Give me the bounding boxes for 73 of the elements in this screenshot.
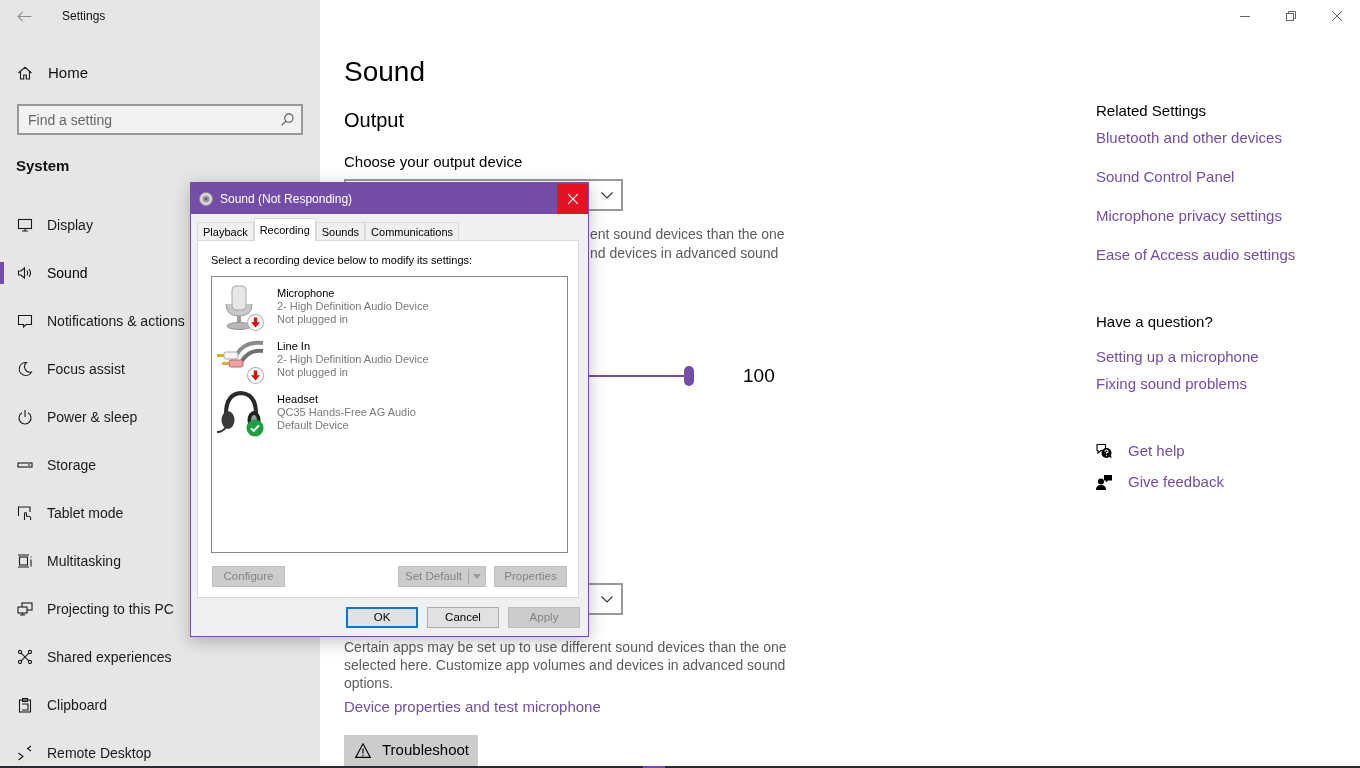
home-icon (17, 65, 33, 81)
search-icon (281, 113, 294, 126)
related-link[interactable]: Microphone privacy settings (1096, 206, 1282, 226)
related-link[interactable]: Bluetooth and other devices (1096, 128, 1282, 148)
nav-item[interactable]: Projecting to this PC (0, 596, 320, 622)
two-screens-icon (17, 601, 33, 617)
page-title: Sound (344, 55, 425, 89)
moon-icon (17, 361, 33, 377)
dialog-tab[interactable]: Recording (253, 218, 316, 241)
field-label: Choose your output device (344, 152, 523, 172)
section-heading: Related Settings (1096, 101, 1207, 121)
minimize-icon (1240, 15, 1250, 17)
panels-icon (17, 553, 33, 569)
home-link[interactable]: Home (0, 53, 320, 93)
monitor-icon (17, 217, 33, 233)
related-link[interactable]: Sound Control Panel (1096, 167, 1235, 187)
chevron-down-icon (601, 595, 613, 603)
dialog-tab[interactable]: Communications (365, 222, 459, 240)
description-text: Certain apps may be set up to use different sound devices than the one selected here. Customize app volumes and devices in advanced sound options. (344, 638, 788, 692)
section-heading: Have a question? (1096, 312, 1213, 332)
dialog-tab[interactable]: Playback (197, 222, 254, 240)
caret-icon (473, 574, 481, 579)
device-name: Line In (277, 340, 311, 353)
speech-bubble-icon (17, 313, 33, 329)
description-text: ent sound devices than the one (590, 225, 785, 244)
device-properties-link[interactable]: Device properties and test microphone (344, 697, 601, 717)
device-status: Default Device (277, 419, 349, 432)
device-status: Not plugged in (277, 366, 348, 379)
device-name: Headset (277, 393, 318, 406)
section-heading: System (16, 156, 70, 176)
slider-thumb[interactable] (684, 366, 694, 386)
back-arrow-icon (16, 10, 32, 22)
restore-icon (1286, 11, 1296, 21)
section-heading: Output (344, 108, 405, 133)
network-nodes-icon (17, 649, 33, 665)
power-icon (17, 409, 33, 425)
instruction-text: Select a recording device below to modify its settings: (211, 253, 473, 267)
ok-button[interactable]: OK (346, 607, 418, 628)
nav-item[interactable]: Tablet mode (0, 500, 320, 526)
volume-reading: 100 (743, 364, 775, 388)
chevron-down-icon (601, 191, 613, 199)
help-link[interactable]: Fixing sound problems (1096, 374, 1247, 394)
device-driver: 2- High Definition Audio Device (277, 300, 429, 313)
dialog-tab[interactable]: Sounds (315, 222, 366, 240)
speaker-icon (199, 191, 213, 206)
close-icon (567, 193, 578, 204)
nav-item[interactable]: Clipboard (0, 692, 320, 718)
dialog-title: Sound (Not Responding) (220, 190, 353, 208)
feedback-link[interactable]: Give feedback (1096, 472, 1224, 492)
nav-item[interactable]: Shared experiences (0, 644, 320, 670)
close-icon (1332, 11, 1342, 21)
device-name: Microphone (277, 287, 335, 300)
nav-item[interactable]: Remote Desktop (0, 740, 320, 766)
chat-bubbles-icon (1096, 443, 1112, 459)
device-driver: QC35 Hands-Free AG Audio (277, 406, 416, 419)
screen-hand-icon (17, 505, 33, 521)
help-link[interactable]: Setting up a microphone (1096, 347, 1259, 367)
device-driver: 2- High Definition Audio Device (277, 353, 429, 366)
troubleshoot-button[interactable]: Troubleshoot (344, 735, 478, 766)
search-field[interactable]: Find a setting (17, 104, 303, 135)
related-link[interactable]: Ease of Access audio settings (1096, 245, 1296, 265)
nav-item[interactable]: Storage (0, 452, 320, 478)
close-button[interactable] (557, 183, 588, 214)
device-status: Not plugged in (277, 313, 348, 326)
description-text: nd devices in advanced sound (590, 244, 780, 263)
cancel-button[interactable]: Cancel (427, 607, 499, 628)
person-speech-icon (1096, 474, 1112, 490)
warning-icon (355, 743, 371, 758)
get-help-link[interactable]: Get help (1096, 441, 1185, 461)
chevrons-icon (17, 745, 33, 761)
speaker-icon (17, 265, 33, 281)
clipboard-icon (17, 697, 33, 713)
window-title: Settings (62, 8, 106, 24)
